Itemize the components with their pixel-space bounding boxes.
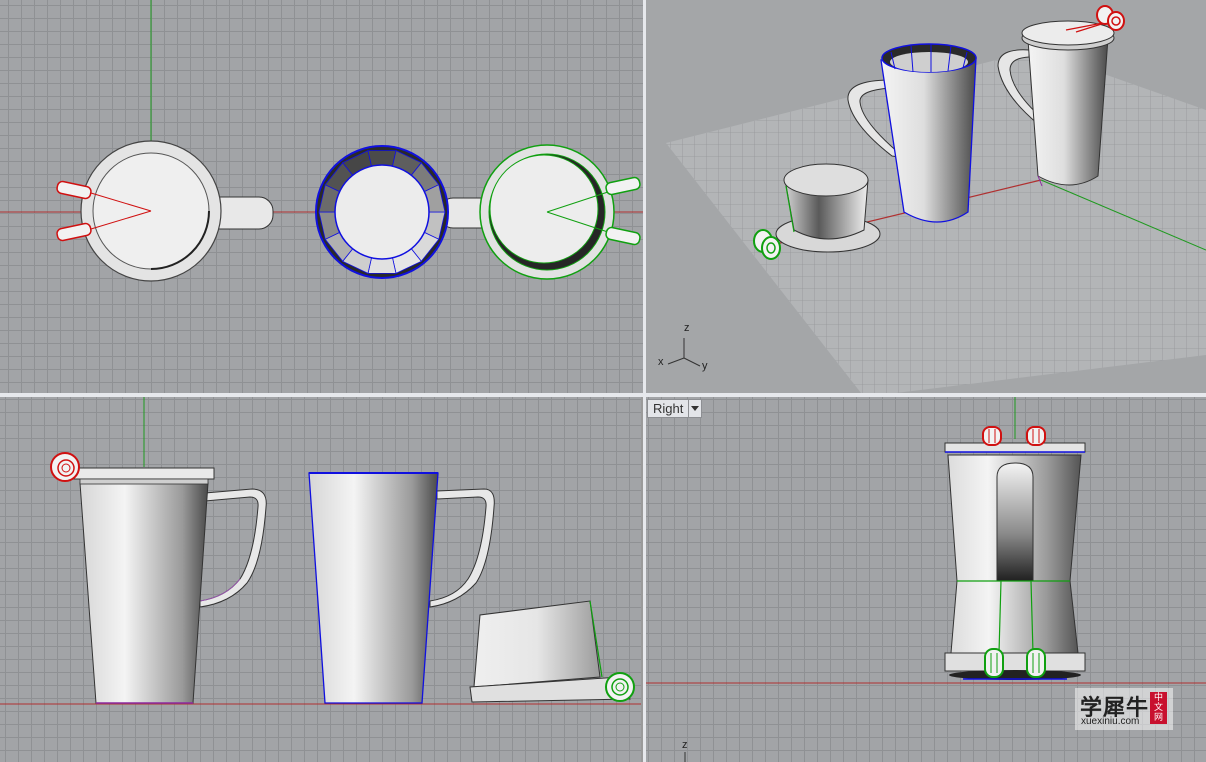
base-holder-front (469, 600, 635, 703)
lid-tabs-red (982, 426, 1046, 446)
watermark-badge: 中文网 (1150, 692, 1167, 724)
viewport-splitter-horizontal[interactable] (0, 393, 1206, 397)
stacked-mugs-right (944, 426, 1086, 680)
mug-open-top (315, 145, 503, 279)
mug-with-lid-top (56, 140, 274, 282)
top-view-canvas (0, 0, 643, 282)
viewport-title-right[interactable]: Right (647, 399, 703, 418)
watermark-logo: 学犀牛 xuexiniu.com 中文网 (1075, 688, 1173, 730)
axis-label-x: x (658, 356, 664, 368)
viewport-title-label[interactable]: Right (648, 400, 688, 417)
viewport-top[interactable] (0, 0, 643, 393)
mug-open-front (308, 472, 495, 704)
axis-gizmo (667, 338, 701, 367)
viewport-front[interactable] (0, 397, 641, 762)
cup-facet (367, 257, 397, 274)
lid-tab-red (50, 452, 80, 482)
axis-label-z: z (684, 322, 690, 334)
cup-facet (367, 150, 397, 167)
perspective-view-canvas (666, 5, 1206, 393)
viewport-perspective[interactable]: z x y (646, 0, 1206, 393)
axis-label-z: z (682, 739, 688, 751)
axis-label-y: y (702, 360, 708, 372)
chevron-down-icon[interactable] (688, 400, 701, 417)
viewport-splitter-vertical[interactable] (643, 0, 646, 762)
watermark-site: xuexiniu.com (1081, 716, 1140, 727)
front-view-canvas (0, 397, 641, 705)
base-tab-green (605, 672, 635, 702)
mug-with-lid-front (50, 452, 267, 704)
